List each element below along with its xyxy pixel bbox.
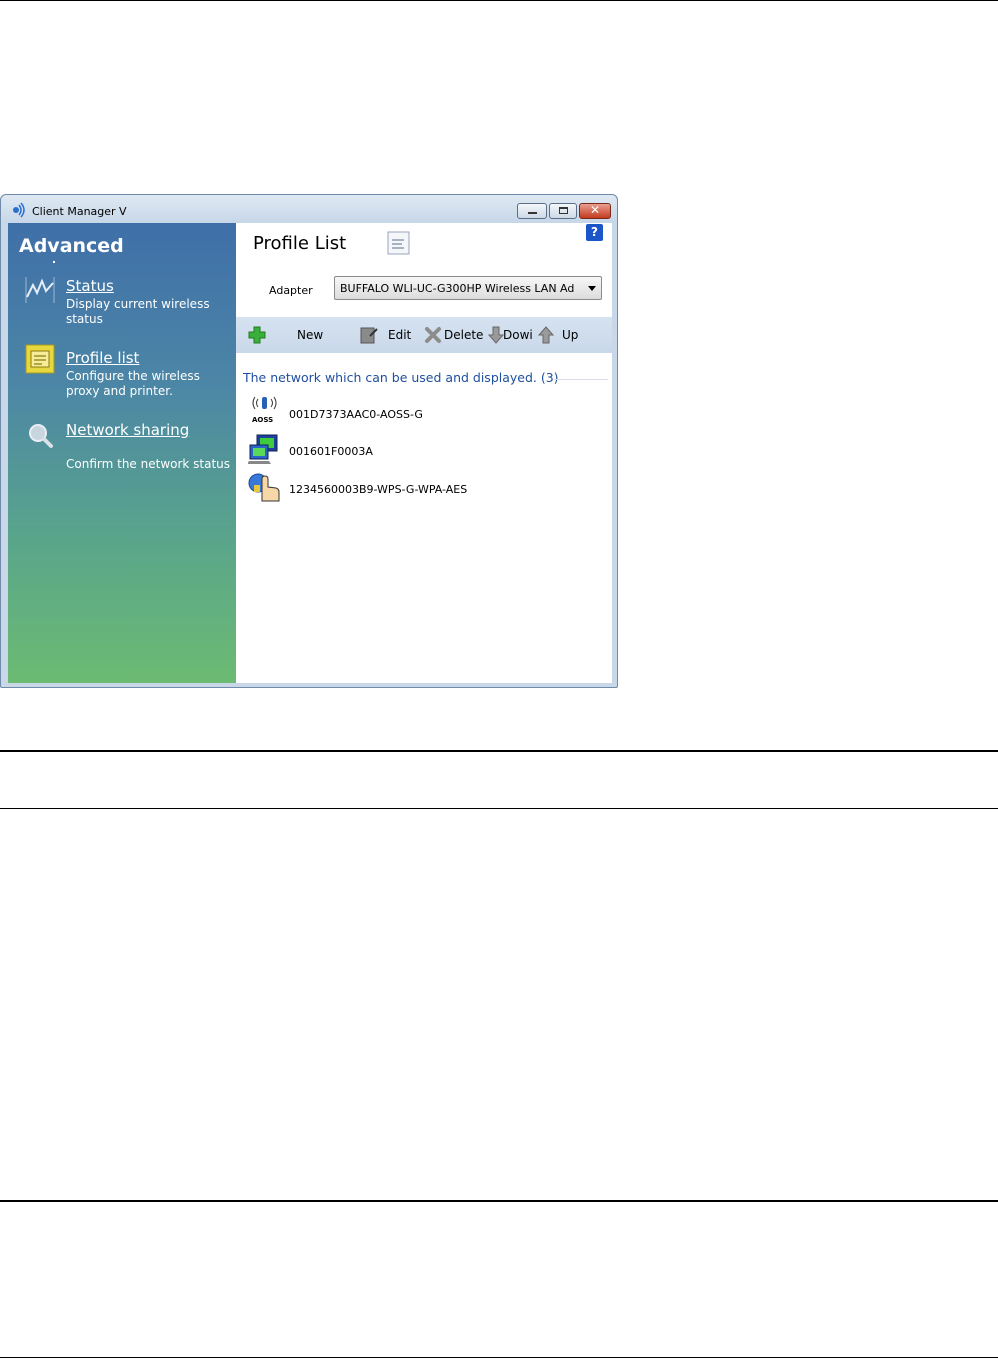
profile-name: 1234560003B9-WPS-G-WPA-AES xyxy=(289,483,468,496)
help-button[interactable]: ? xyxy=(586,224,603,241)
magnifier-icon xyxy=(29,424,53,448)
chevron-down-icon xyxy=(588,286,596,291)
document-icon[interactable] xyxy=(387,231,410,255)
close-icon: ✕ xyxy=(590,203,601,217)
up-button[interactable]: Up xyxy=(538,317,582,353)
arrow-up-icon xyxy=(538,326,554,344)
profile-row[interactable]: 001601F0003A xyxy=(248,433,598,465)
network-list-heading: The network which can be used and displa… xyxy=(243,370,559,385)
sidebar: Advanced Status Display current wireless… xyxy=(8,223,236,683)
profile-row[interactable]: 1234560003B9-WPS-G-WPA-AES xyxy=(248,471,598,503)
bottom-rule xyxy=(0,1357,998,1358)
adapter-select[interactable]: BUFFALO WLI-UC-G300HP Wireless LAN Ad xyxy=(334,276,602,300)
sidebar-item-network-sharing-description: Confirm the network status xyxy=(66,457,231,471)
aoss-icon-caption: AOSS xyxy=(252,416,273,424)
main-panel: Profile List ? Adapter BUFFALO WLI-UC-G3… xyxy=(236,223,612,683)
sidebar-title: Advanced xyxy=(19,235,124,257)
wireless-app-icon xyxy=(13,202,25,218)
title-bar[interactable]: Client Manager V ✕ xyxy=(1,195,617,223)
maximize-button[interactable] xyxy=(549,203,577,219)
section-rule-1 xyxy=(0,750,998,752)
window-title: Client Manager V xyxy=(32,205,127,218)
edit-button[interactable]: Edit xyxy=(360,317,416,353)
edit-icon xyxy=(360,327,378,344)
page-title: Profile List xyxy=(253,233,347,254)
new-label: New xyxy=(297,328,324,342)
adapter-select-value: BUFFALO WLI-UC-G300HP Wireless LAN Ad xyxy=(340,282,575,295)
maximize-icon xyxy=(559,207,568,214)
adapter-label: Adapter xyxy=(269,284,313,297)
profile-row[interactable]: AOSS 001D7373AAC0-AOSS-G xyxy=(248,395,598,427)
network-computer-icon xyxy=(248,434,278,464)
close-button[interactable]: ✕ xyxy=(579,203,611,219)
new-button[interactable]: New xyxy=(236,317,336,353)
minimize-button[interactable] xyxy=(517,203,547,219)
delete-icon xyxy=(425,327,441,343)
profile-list-icon xyxy=(25,344,55,374)
edit-label: Edit xyxy=(388,328,412,342)
sidebar-item-status-description: Display current wireless status xyxy=(66,297,210,326)
sidebar-item-status[interactable]: Status xyxy=(66,277,114,295)
client-manager-window: Client Manager V ✕ Advanced Status Displ… xyxy=(0,194,618,688)
status-wave-icon xyxy=(25,277,55,303)
section-rule-3 xyxy=(0,1200,998,1202)
arrow-down-icon xyxy=(488,326,504,344)
client-area: Advanced Status Display current wireless… xyxy=(8,223,612,683)
heading-divider xyxy=(554,379,608,380)
down-label: Dowi xyxy=(503,328,532,342)
delete-label: Delete xyxy=(444,328,484,342)
delete-button[interactable]: Delete xyxy=(424,317,484,353)
plus-icon xyxy=(248,326,266,344)
sidebar-item-network-sharing[interactable]: Network sharing xyxy=(66,421,189,439)
profile-name: 001D7373AAC0-AOSS-G xyxy=(289,408,423,421)
down-button[interactable]: Dowi xyxy=(488,317,532,353)
section-rule-2 xyxy=(0,808,998,809)
top-rule xyxy=(0,0,998,1)
toolbar: New Edit Delete Dowi Up xyxy=(236,317,612,353)
aoss-icon: AOSS xyxy=(252,396,277,424)
wps-hand-icon xyxy=(248,473,280,502)
up-label: Up xyxy=(562,328,579,342)
minimize-icon xyxy=(528,212,537,214)
sidebar-item-profile-list[interactable]: Profile list xyxy=(66,349,139,367)
sidebar-item-profile-list-description: Configure the wireless proxy and printer… xyxy=(66,369,200,398)
profile-name: 001601F0003A xyxy=(289,445,373,458)
sidebar-title-dot xyxy=(53,261,55,263)
